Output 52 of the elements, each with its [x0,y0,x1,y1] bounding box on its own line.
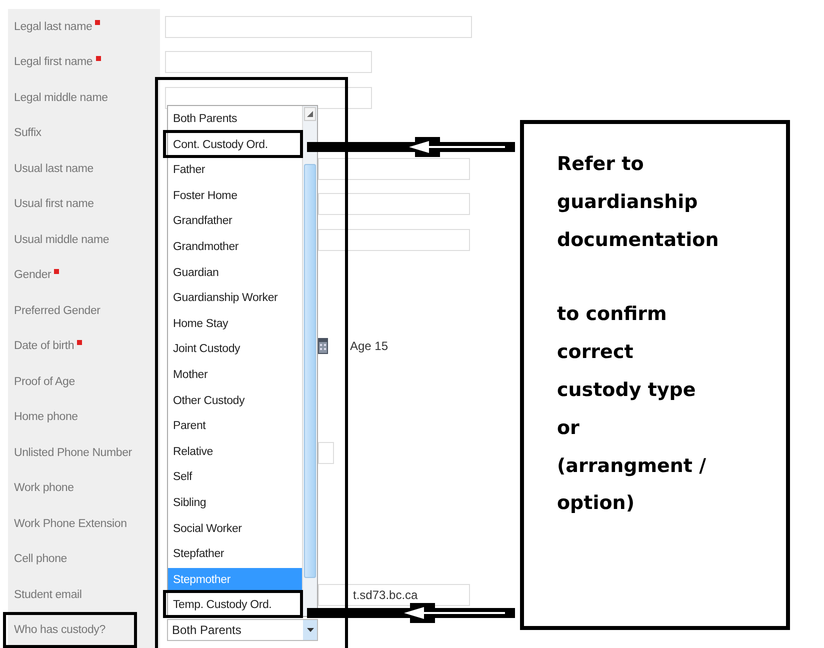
input-field[interactable] [318,442,334,464]
input-field[interactable] [165,51,372,74]
age-text: Age 15 [350,339,388,354]
field-label: Student email [14,588,82,601]
field-label: Who has custody? [14,624,106,636]
input-field[interactable]: t.sd73.bc.ca [318,584,470,606]
field-label: Legal last name [14,20,92,33]
note-text: Refer to guardianship documentation [557,152,720,253]
dropdown-option[interactable]: Foster Home [168,184,302,210]
dropdown-option[interactable]: Cont. Custody Ord. [168,132,302,158]
dropdown-option[interactable]: Grandmother [168,234,302,261]
dropdown-option[interactable]: Guardianship Worker [168,286,302,312]
calendar-icon[interactable] [318,338,328,354]
field-label: Usual first name [14,198,94,210]
field-label: Work Phone Extension [14,518,127,530]
dropdown-option[interactable]: Home Stay [168,312,302,338]
dropdown-option[interactable]: Grandfather [168,209,302,235]
dropdown-option[interactable]: Sibling [168,490,302,516]
field-label: Unlisted Phone Number [14,446,132,459]
field-label: Home phone [14,411,78,424]
custody-select[interactable]: Both Parents [167,619,318,642]
dropdown-option[interactable]: Stepfather [168,542,302,568]
dropdown-option[interactable]: Both Parents [168,107,302,133]
field-label: Cell phone [14,553,67,566]
scrollbar-thumb[interactable] [304,164,316,578]
note-text: to confirm correct custody type or (arrangment / option) [557,302,708,516]
field-label: Usual last name [14,162,94,175]
scrollbar[interactable] [302,106,317,616]
dropdown-option[interactable]: Guardian [168,260,302,286]
field-label: Usual middle name [14,234,110,246]
input-field[interactable] [318,193,470,216]
dropdown-option[interactable]: Self [168,465,302,491]
dropdown-option[interactable]: Mother [168,362,302,389]
dropdown-option[interactable]: Other Custody [168,388,302,414]
field-label: Legal middle name [14,92,108,104]
field-label: Gender [14,269,52,282]
input-field[interactable] [165,16,472,38]
scroll-up-icon[interactable] [304,107,316,121]
input-field[interactable] [318,158,470,180]
field-label: Work phone [14,482,74,494]
dropdown-option[interactable]: Parent [168,414,302,440]
dropdown-option[interactable]: Joint Custody [168,337,302,363]
dropdown-option[interactable]: Social Worker [168,516,302,542]
dropdown-option[interactable]: Relative [168,440,302,466]
field-label: Date of birth [14,340,74,352]
dropdown-option[interactable]: Father [168,158,302,184]
field-label: Preferred Gender [14,304,100,317]
field-label: Legal first name [14,56,93,68]
input-field[interactable] [318,228,470,251]
field-label: Proof of Age [14,376,75,388]
dropdown-option[interactable]: Temp. Custody Ord. [168,593,302,619]
field-label: Suffix [14,127,42,140]
